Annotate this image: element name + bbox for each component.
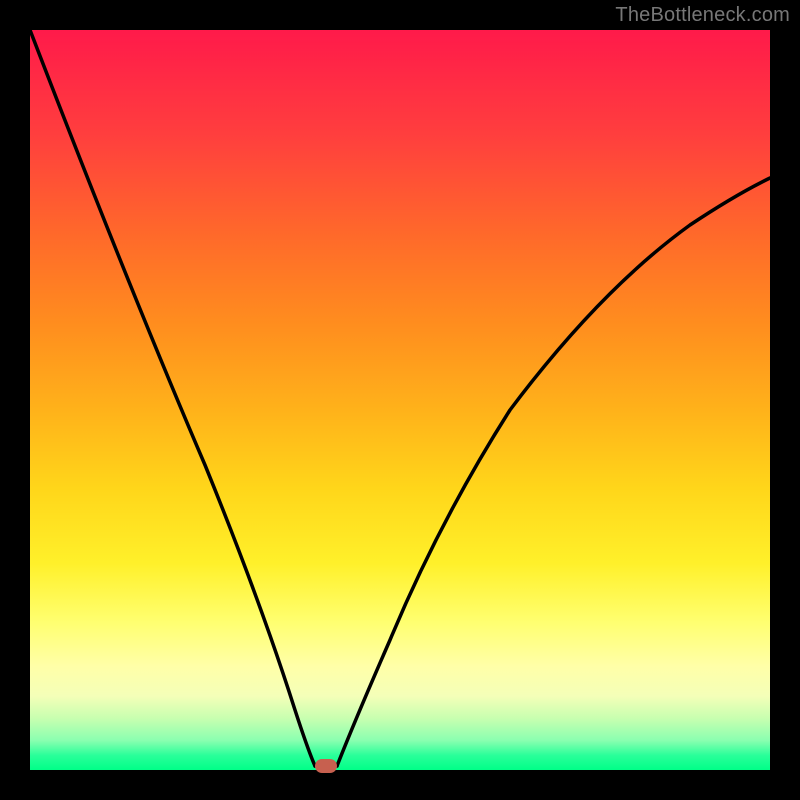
- plot-area: [30, 30, 770, 770]
- curve-left-branch: [30, 30, 315, 766]
- watermark-text: TheBottleneck.com: [615, 4, 790, 27]
- bottleneck-curve: [30, 30, 770, 770]
- chart-frame: TheBottleneck.com: [0, 0, 800, 800]
- bottleneck-marker: [315, 759, 337, 773]
- curve-right-branch: [337, 178, 770, 766]
